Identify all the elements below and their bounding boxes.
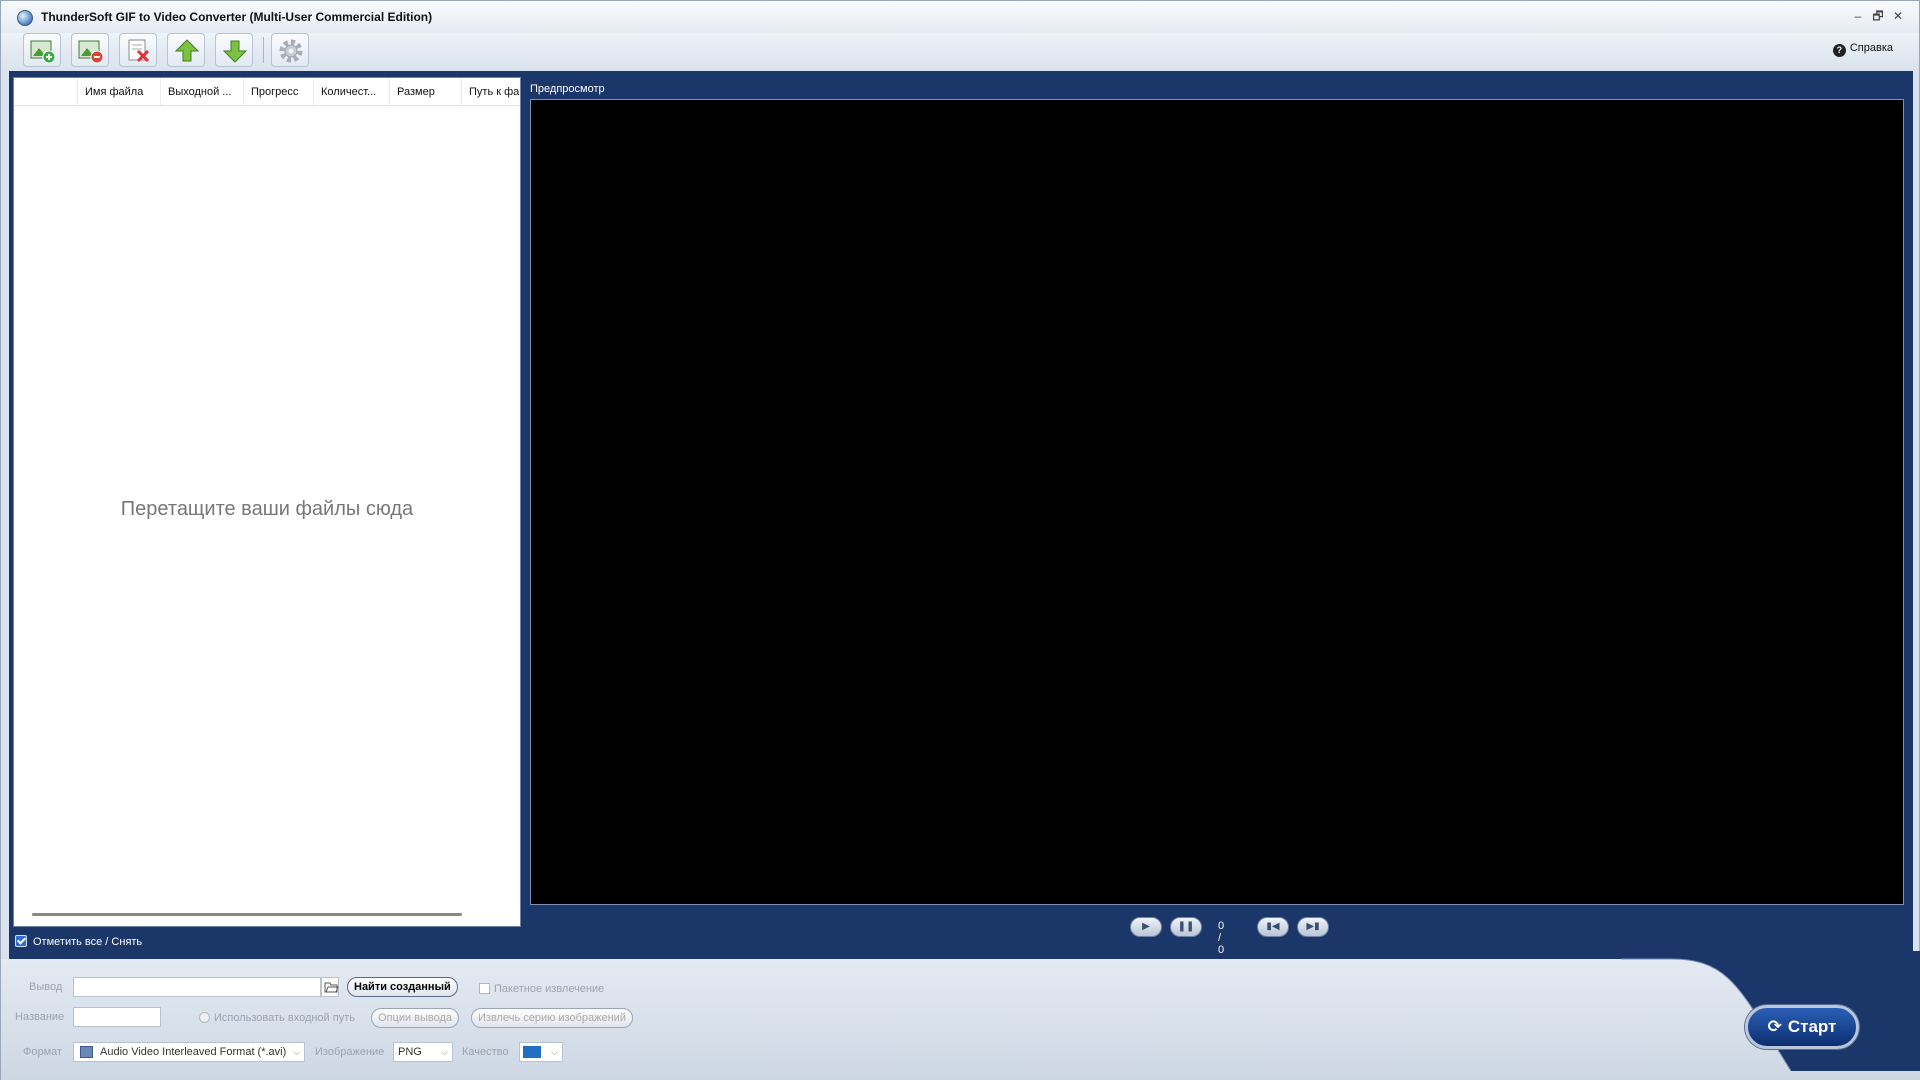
use-input-path-label: Использовать входной путь [214, 1012, 355, 1024]
output-options-button[interactable]: Опции вывода [371, 1008, 460, 1028]
file-list[interactable]: Имя файла Выходной ... Прогресс Количест… [13, 77, 521, 927]
gear-icon [279, 39, 303, 63]
move-up-button[interactable] [167, 33, 205, 67]
close-button[interactable]: ✕ [1889, 7, 1907, 25]
column-path[interactable]: Путь к фа [462, 78, 520, 105]
arrow-up-icon [174, 39, 200, 62]
main-area: Имя файла Выходной ... Прогресс Количест… [9, 71, 1913, 959]
batch-extract-label: Пакетное извлечение [494, 983, 605, 995]
output-label: Вывод [29, 981, 63, 993]
help-label: Справка [1849, 42, 1893, 54]
previous-frame-button[interactable]: ▮◀ [1257, 917, 1289, 937]
folder-open-icon [324, 982, 339, 993]
arrow-down-icon [222, 40, 248, 63]
check-all-checkbox[interactable] [15, 935, 27, 947]
quality-color-swatch [523, 1046, 541, 1058]
play-icon: ▶ [1142, 921, 1150, 932]
restore-button[interactable]: 🗗 [1869, 7, 1887, 25]
name-label: Название [15, 1011, 65, 1023]
drop-hint: Перетащите ваши файлы сюда [120, 498, 414, 520]
quality-label: Качество [462, 1046, 509, 1058]
delete-list-icon [128, 39, 150, 63]
column-checkbox[interactable] [14, 78, 78, 105]
preview-label: Предпросмотр [530, 83, 605, 95]
image-add-icon [30, 40, 56, 64]
refresh-icon: ⟳ [1767, 1017, 1782, 1036]
column-count[interactable]: Количест... [314, 78, 390, 105]
chevron-down-icon: ⌵ [293, 1047, 300, 1057]
start-button[interactable]: ⟳ Старт [1745, 1005, 1859, 1049]
frame-counter: 0 / 0 [1218, 920, 1225, 956]
name-input[interactable] [73, 1007, 161, 1027]
check-all-toggle[interactable]: Отметить все / Снять [15, 935, 142, 948]
column-filename[interactable]: Имя файла [78, 78, 161, 105]
format-value: Audio Video Interleaved Format (*.avi) [100, 1046, 287, 1058]
column-progress[interactable]: Прогресс [244, 78, 314, 105]
image-format-value: PNG [398, 1046, 422, 1058]
find-output-button[interactable]: Найти созданный [347, 977, 458, 997]
help-link[interactable]: ? Справка [1832, 42, 1893, 57]
check-all-label: Отметить все / Снять [33, 936, 143, 948]
app-window: ThunderSoft GIF to Video Converter (Mult… [0, 0, 1920, 1080]
play-button[interactable]: ▶ [1130, 917, 1162, 937]
chevron-down-icon: ⌵ [551, 1047, 558, 1057]
start-label: Старт [1787, 1017, 1837, 1036]
column-output[interactable]: Выходной ... [161, 78, 244, 105]
output-path-input[interactable] [73, 977, 321, 997]
image-format-label: Изображение [315, 1046, 385, 1058]
preview-pane [530, 99, 1904, 905]
toolbar: ? Справка [1, 33, 1919, 69]
quality-select[interactable]: ⌵ [519, 1042, 563, 1062]
skip-forward-icon: ▶▮ [1306, 921, 1320, 932]
window-title: ThunderSoft GIF to Video Converter (Mult… [41, 10, 433, 24]
format-label: Формат [23, 1046, 63, 1058]
batch-extract-checkbox[interactable] [479, 983, 490, 994]
use-input-path-option[interactable]: Использовать входной путь [199, 1012, 355, 1024]
use-input-path-radio[interactable] [199, 1012, 210, 1023]
move-down-button[interactable] [215, 33, 253, 67]
browse-folder-button[interactable] [321, 977, 339, 997]
app-logo-icon [17, 10, 33, 26]
format-select[interactable]: Audio Video Interleaved Format (*.avi) ⌵ [73, 1042, 305, 1062]
horizontal-scrollbar[interactable] [32, 913, 462, 916]
image-remove-icon [78, 40, 104, 64]
add-files-button[interactable] [23, 33, 61, 67]
settings-button[interactable] [271, 33, 309, 67]
batch-extract-option[interactable]: Пакетное извлечение [479, 983, 604, 995]
chevron-down-icon: ⌵ [441, 1047, 448, 1057]
pause-button[interactable]: ❚❚ [1170, 917, 1202, 937]
next-frame-button[interactable]: ▶▮ [1297, 917, 1329, 937]
remove-file-button[interactable] [71, 33, 109, 67]
column-size[interactable]: Размер [390, 78, 462, 105]
skip-back-icon: ▮◀ [1266, 921, 1280, 932]
image-format-select[interactable]: PNG ⌵ [393, 1042, 453, 1062]
pause-icon: ❚❚ [1177, 921, 1195, 932]
file-list-header: Имя файла Выходной ... Прогресс Количест… [14, 78, 520, 106]
title-bar: ThunderSoft GIF to Video Converter (Mult… [1, 1, 1919, 33]
clear-list-button[interactable] [119, 33, 157, 67]
help-icon: ? [1832, 44, 1846, 57]
toolbar-separator [263, 37, 264, 63]
minimize-button[interactable]: – [1849, 7, 1867, 25]
video-file-icon [80, 1046, 93, 1058]
extract-image-series-button[interactable]: Извлечь серию изображений [471, 1008, 633, 1028]
